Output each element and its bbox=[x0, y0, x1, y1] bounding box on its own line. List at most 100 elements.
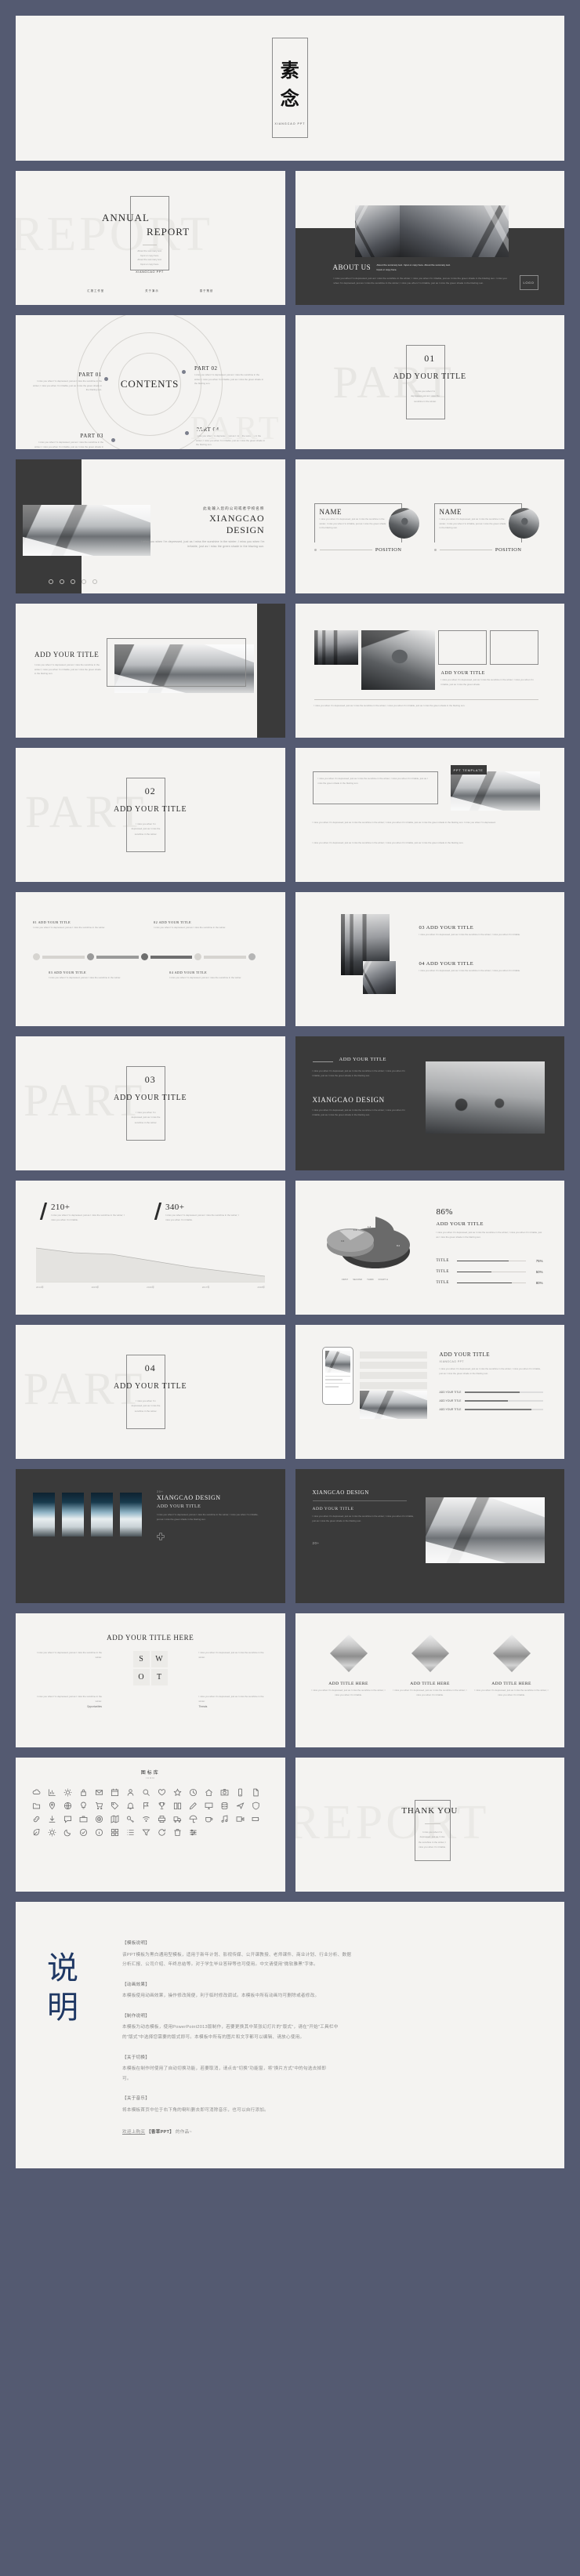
four-item-2[interactable]: 02 ADD YOUR TITLE I miss you when I'm de… bbox=[154, 920, 256, 931]
home-icon[interactable] bbox=[201, 1786, 216, 1799]
slide-dark-brand[interactable]: XIANGCAO DESIGN ADD YOUR TITLE I miss yo… bbox=[295, 1469, 564, 1603]
diamond-card-3[interactable]: ADD TITLE HERE I miss you when I'm depre… bbox=[474, 1634, 549, 1697]
phone-list[interactable] bbox=[359, 1351, 427, 1389]
phone-list-item[interactable] bbox=[359, 1351, 427, 1359]
key-icon[interactable] bbox=[122, 1812, 138, 1826]
target-icon[interactable] bbox=[91, 1812, 107, 1826]
link-icon[interactable] bbox=[28, 1812, 44, 1826]
design-pager-dot[interactable] bbox=[92, 579, 97, 584]
file-icon[interactable] bbox=[248, 1786, 263, 1799]
team-card-1[interactable]: NAME I miss you when I'm depressed, just… bbox=[314, 503, 402, 553]
slide-about-us[interactable]: ABOUT US About the summary text. Input o… bbox=[295, 171, 564, 305]
phone-list-item[interactable] bbox=[359, 1362, 427, 1369]
list-icon[interactable] bbox=[122, 1826, 138, 1839]
slide-section-02[interactable]: PART 02 ADD YOUR TITLE I miss you when I… bbox=[16, 748, 285, 882]
slide-cover[interactable]: 素 念 XIANGCAO PPT bbox=[16, 16, 564, 161]
user-icon[interactable] bbox=[122, 1786, 138, 1799]
phone-list-item[interactable] bbox=[359, 1372, 427, 1379]
slide-swot[interactable]: ADD YOUR TITLE HERE I miss you when I'm … bbox=[16, 1613, 285, 1747]
contents-part-3[interactable]: PART 03 I miss you when I'm depressed, j… bbox=[34, 433, 103, 449]
battery-icon[interactable] bbox=[248, 1812, 263, 1826]
calendar-icon[interactable] bbox=[107, 1786, 122, 1799]
team-card-2[interactable]: NAME I miss you when I'm depressed, just… bbox=[433, 503, 522, 553]
trophy-icon[interactable] bbox=[154, 1799, 169, 1812]
design-pager-dot[interactable] bbox=[60, 579, 64, 584]
slide-two-items[interactable]: 03 ADD YOUR TITLE I miss you when I'm de… bbox=[295, 892, 564, 1026]
design-pager-dot[interactable] bbox=[71, 579, 75, 584]
plane-icon[interactable] bbox=[232, 1799, 248, 1812]
slide-contents[interactable]: CONTENTS PART 01 I miss you when I'm dep… bbox=[16, 315, 285, 449]
check-icon[interactable] bbox=[75, 1826, 91, 1839]
slide-phone-mockup[interactable]: ADD YOUR TITLE XIANGCAO PPT I miss you w… bbox=[295, 1325, 564, 1459]
phone-icon[interactable] bbox=[232, 1786, 248, 1799]
settings-icon[interactable] bbox=[185, 1826, 201, 1839]
slide-four-items[interactable]: 01 ADD YOUR TITLE I miss you when I'm de… bbox=[16, 892, 285, 1026]
slide-title-photo[interactable]: ADD YOUR TITLE I miss you when I'm depre… bbox=[16, 604, 285, 738]
diamond-card-1[interactable]: ADD TITLE HERE I miss you when I'm depre… bbox=[311, 1634, 386, 1697]
gear-icon[interactable] bbox=[60, 1786, 75, 1799]
four-item-1[interactable]: 01 ADD YOUR TITLE I miss you when I'm de… bbox=[33, 920, 135, 931]
slide-icon-library[interactable]: 图标库 ICON bbox=[16, 1758, 285, 1892]
truck-icon[interactable] bbox=[169, 1812, 185, 1826]
wifi-icon[interactable] bbox=[138, 1812, 154, 1826]
contents-part-1[interactable]: PART 01 I miss you when I'm depressed, j… bbox=[33, 372, 102, 393]
slide-ppt-template[interactable]: I miss you when I'm depressed, just as I… bbox=[295, 748, 564, 882]
slide-annual-report[interactable]: REPORT ANNUAL REPORT About the summary t… bbox=[16, 171, 285, 305]
stat-2[interactable]: 340+ I miss you when I'm depressed, just… bbox=[154, 1203, 242, 1222]
swot-quadrant-o[interactable]: I miss you when I'm depressed, just as I… bbox=[31, 1695, 102, 1708]
swot-quadrant-w[interactable]: I miss you when I'm depressed, just as I… bbox=[199, 1651, 270, 1660]
coffee-icon[interactable] bbox=[201, 1812, 216, 1826]
mail-icon[interactable] bbox=[91, 1786, 107, 1799]
music-icon[interactable] bbox=[216, 1812, 232, 1826]
umbrella-icon[interactable] bbox=[185, 1812, 201, 1826]
refresh-icon[interactable] bbox=[154, 1826, 169, 1839]
grid-icon[interactable] bbox=[107, 1826, 122, 1839]
leaf-icon[interactable] bbox=[28, 1826, 44, 1839]
monitor-icon[interactable] bbox=[201, 1799, 216, 1812]
slide-photo-grid[interactable]: ADD YOUR TITLE I miss you when I'm depre… bbox=[295, 604, 564, 738]
briefcase-icon[interactable] bbox=[75, 1812, 91, 1826]
cloud-icon[interactable] bbox=[28, 1786, 44, 1799]
slide-section-01[interactable]: PART 01 ADD YOUR TITLE I miss you when I… bbox=[295, 315, 564, 449]
slide-thank-you[interactable]: REPORT THANK YOU I miss you when I'm dep… bbox=[295, 1758, 564, 1892]
stat-1[interactable]: 210+ I miss you when I'm depressed, just… bbox=[39, 1203, 128, 1222]
tag-icon[interactable] bbox=[107, 1799, 122, 1812]
slide-team[interactable]: NAME I miss you when I'm depressed, just… bbox=[295, 459, 564, 593]
cart-icon[interactable] bbox=[91, 1799, 107, 1812]
slide-section-03[interactable]: PART 03 ADD YOUR TITLE I miss you when I… bbox=[16, 1036, 285, 1170]
book-icon[interactable] bbox=[169, 1799, 185, 1812]
download-icon[interactable] bbox=[44, 1812, 60, 1826]
map-icon[interactable] bbox=[107, 1812, 122, 1826]
four-item-3[interactable]: 03 ADD YOUR TITLE I miss you when I'm de… bbox=[49, 971, 150, 981]
design-pager-dot[interactable] bbox=[49, 579, 53, 584]
filter-icon[interactable] bbox=[138, 1826, 154, 1839]
swot-quadrant-t[interactable]: I miss you when I'm depressed, just as I… bbox=[199, 1695, 270, 1708]
pen-icon[interactable] bbox=[185, 1799, 201, 1812]
info-icon[interactable] bbox=[91, 1826, 107, 1839]
heart-icon[interactable] bbox=[154, 1786, 169, 1799]
slide-dark-design[interactable]: ADD YOUR TITLE I miss you when I'm depre… bbox=[295, 1036, 564, 1170]
print-icon[interactable] bbox=[154, 1812, 169, 1826]
phone-list-item[interactable] bbox=[359, 1382, 427, 1389]
slide-section-04[interactable]: PART 04 ADD YOUR TITLE I miss you when I… bbox=[16, 1325, 285, 1459]
two-item-1[interactable]: 03 ADD YOUR TITLE I miss you when I'm de… bbox=[419, 925, 537, 938]
gallery-plus-icon[interactable] bbox=[157, 1530, 165, 1544]
search-icon[interactable] bbox=[138, 1786, 154, 1799]
slide-xiangcao-design[interactable]: 此处输入您的公司或者学校名称 XIANGCAO DESIGN I miss yo… bbox=[16, 459, 285, 593]
slide-diamonds[interactable]: ADD TITLE HERE I miss you when I'm depre… bbox=[295, 1613, 564, 1747]
contents-part-2[interactable]: PART 02 I miss you when I'm depressed, j… bbox=[194, 365, 265, 386]
slide-gallery[interactable]: 20+ XIANGCAO DESIGN ADD YOUR TITLE I mis… bbox=[16, 1469, 285, 1603]
star-icon[interactable] bbox=[169, 1786, 185, 1799]
chat-icon[interactable] bbox=[60, 1812, 75, 1826]
slide-pie-chart[interactable]: 8.2 3.2 1.4 1.2 FIRST SECOND THIRD FOURT… bbox=[295, 1181, 564, 1315]
globe-icon[interactable] bbox=[60, 1799, 75, 1812]
clock-icon[interactable] bbox=[185, 1786, 201, 1799]
database-icon[interactable] bbox=[216, 1799, 232, 1812]
folder-icon[interactable] bbox=[28, 1799, 44, 1812]
pin-icon[interactable] bbox=[44, 1799, 60, 1812]
slide-stats[interactable]: 210+ I miss you when I'm depressed, just… bbox=[16, 1181, 285, 1315]
flag-icon[interactable] bbox=[138, 1799, 154, 1812]
camera-icon[interactable] bbox=[216, 1786, 232, 1799]
chart-icon[interactable] bbox=[44, 1786, 60, 1799]
design-pager-dot[interactable] bbox=[82, 579, 86, 584]
